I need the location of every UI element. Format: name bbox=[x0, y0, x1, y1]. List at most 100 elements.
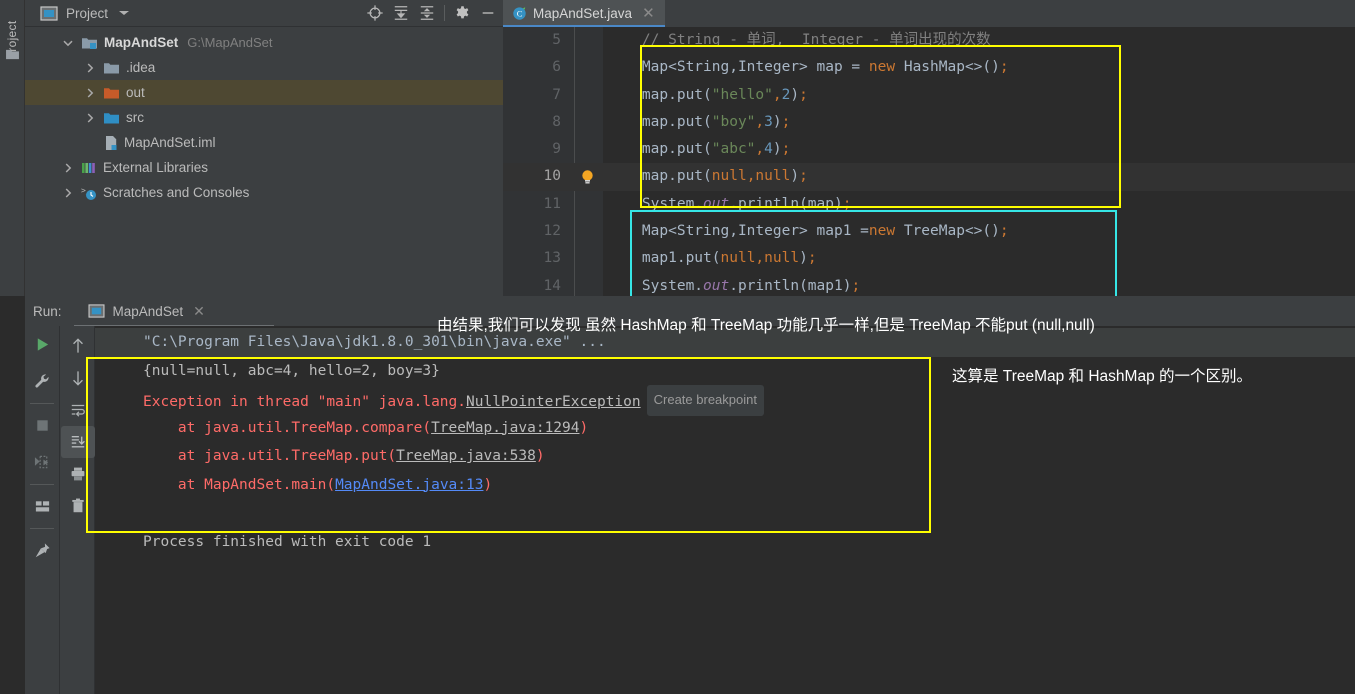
close-icon[interactable]: ✕ bbox=[642, 6, 655, 21]
code-editor[interactable]: 5 // String - 单词, Integer - 单词出现的次数 6 Map… bbox=[503, 27, 1355, 296]
code-token: ; bbox=[807, 250, 817, 267]
run-icon[interactable] bbox=[25, 326, 60, 363]
stacktrace-link[interactable]: TreeMap.java:1294 bbox=[431, 420, 579, 436]
code-token: Map<String,Integer> map = bbox=[607, 59, 869, 76]
line-number: 13 bbox=[543, 250, 561, 267]
chevron-right-icon[interactable] bbox=[83, 86, 96, 99]
collapse-all-icon[interactable] bbox=[414, 2, 440, 24]
chevron-right-icon[interactable] bbox=[61, 186, 74, 199]
tree-path: G:\MapAndSet bbox=[187, 35, 273, 50]
stop-icon[interactable] bbox=[25, 407, 60, 444]
chevron-down-icon[interactable] bbox=[118, 4, 130, 22]
create-breakpoint-hint[interactable]: Create breakpoint bbox=[646, 385, 764, 416]
libraries-icon bbox=[81, 161, 97, 175]
console-text: ) bbox=[535, 448, 545, 464]
project-panel-title: Project bbox=[66, 5, 109, 21]
line-number: 9 bbox=[552, 141, 561, 158]
code-line-13[interactable]: 13 map1.put(null,null); bbox=[503, 245, 1355, 272]
scroll-to-end-icon[interactable] bbox=[60, 426, 95, 458]
run-panel: Run: MapAndSet ✕ "C:\Program Files\Java\… bbox=[25, 296, 1355, 694]
editor-area: C MapAndSet.java ✕ 5 // String - 单词, Int… bbox=[503, 0, 1355, 296]
line-number: 11 bbox=[543, 195, 561, 212]
code-text: map.put("hello",2); bbox=[607, 82, 808, 109]
code-line-6[interactable]: 6 Map<String,Integer> map = new HashMap<… bbox=[503, 54, 1355, 81]
close-icon[interactable]: ✕ bbox=[193, 303, 205, 320]
code-token: null bbox=[720, 250, 756, 267]
console-text: {null=null, abc=4, hello=2, boy=3} bbox=[143, 362, 440, 379]
code-line-8[interactable]: 8 map.put("boy",3); bbox=[503, 109, 1355, 136]
console-text: ) bbox=[579, 419, 589, 436]
toolbar-divider bbox=[30, 403, 54, 404]
stacktrace-link[interactable]: NullPointerException bbox=[466, 394, 641, 410]
expand-all-icon[interactable] bbox=[388, 2, 414, 24]
stacktrace-link[interactable]: TreeMap.java:538 bbox=[396, 448, 536, 464]
wrench-icon[interactable] bbox=[25, 363, 60, 400]
code-token: ) bbox=[772, 141, 782, 158]
sidebar-tab-project[interactable]: Project bbox=[0, 2, 25, 78]
soft-wrap-icon[interactable] bbox=[61, 394, 95, 426]
stacktrace-link[interactable]: MapAndSet.java:13 bbox=[335, 477, 483, 493]
chevron-right-icon[interactable] bbox=[83, 111, 96, 124]
code-token: Map<String,Integer> map1 = bbox=[607, 223, 869, 240]
tree-row-out[interactable]: out bbox=[25, 80, 503, 105]
code-token: ) bbox=[790, 86, 800, 103]
gear-icon[interactable] bbox=[449, 2, 475, 24]
console-toolbar bbox=[60, 326, 95, 694]
console-line: Process finished with exit code 1 bbox=[95, 528, 1355, 557]
code-text: Map<String,Integer> map = new HashMap<>(… bbox=[607, 54, 1009, 81]
code-text: map.put("abc",4); bbox=[607, 136, 790, 163]
code-token: ; bbox=[781, 141, 791, 158]
tree-row-iml[interactable]: MapAndSet.iml bbox=[25, 130, 503, 155]
layout-icon[interactable] bbox=[25, 488, 60, 525]
print-icon[interactable] bbox=[61, 458, 95, 490]
code-token: new bbox=[868, 59, 896, 76]
resume-icon[interactable] bbox=[25, 444, 60, 481]
code-token: ; bbox=[799, 86, 808, 103]
tree-label: src bbox=[126, 110, 144, 125]
trash-icon[interactable] bbox=[61, 490, 95, 522]
code-token: , bbox=[755, 113, 765, 130]
tree-row-scratches[interactable]: >_ Scratches and Consoles bbox=[25, 180, 503, 205]
tree-label: Scratches and Consoles bbox=[103, 185, 250, 200]
arrow-up-icon[interactable] bbox=[61, 330, 95, 362]
code-token: , bbox=[755, 250, 765, 267]
pin-icon[interactable] bbox=[25, 532, 60, 569]
code-line-7[interactable]: 7 map.put("hello",2); bbox=[503, 82, 1355, 109]
code-token: map.put( bbox=[607, 141, 712, 158]
chevron-right-icon[interactable] bbox=[61, 161, 74, 174]
line-number: 12 bbox=[543, 223, 561, 240]
java-class-icon: C bbox=[512, 6, 527, 21]
code-line-11[interactable]: 11 System.out.println(map); bbox=[503, 191, 1355, 218]
console-text: Process finished with exit code 1 bbox=[143, 533, 432, 550]
minimize-icon[interactable] bbox=[475, 2, 501, 24]
tree-row-idea[interactable]: .idea bbox=[25, 55, 503, 80]
console-text: at MapAndSet.main( bbox=[143, 476, 336, 493]
code-line-9[interactable]: 9 map.put("abc",4); bbox=[503, 136, 1355, 163]
locate-icon[interactable] bbox=[362, 2, 388, 24]
code-token: ; bbox=[781, 113, 791, 130]
code-token: , bbox=[772, 86, 782, 103]
code-line-5[interactable]: 5 // String - 单词, Integer - 单词出现的次数 bbox=[503, 27, 1355, 54]
code-token: .println(map1) bbox=[729, 277, 852, 294]
arrow-down-icon[interactable] bbox=[61, 362, 95, 394]
chevron-down-icon[interactable] bbox=[61, 36, 74, 49]
code-line-10[interactable]: 10 map.put(null,null); bbox=[503, 163, 1355, 191]
toolbar-divider bbox=[30, 528, 54, 529]
chevron-right-icon[interactable] bbox=[83, 61, 96, 74]
run-tab-mapandset[interactable]: MapAndSet ✕ bbox=[73, 303, 274, 328]
annotation-right: 这算是 TreeMap 和 HashMap 的一个区别。 bbox=[952, 368, 1253, 385]
tree-row-external-libraries[interactable]: External Libraries bbox=[25, 155, 503, 180]
code-line-12[interactable]: 12 Map<String,Integer> map1 =new TreeMap… bbox=[503, 218, 1355, 245]
tree-row-mapandset[interactable]: MapAndSet G:\MapAndSet bbox=[25, 30, 503, 55]
console-text: at java.util.TreeMap.put( bbox=[143, 448, 397, 464]
lightbulb-icon[interactable] bbox=[579, 169, 596, 185]
folder-orange-icon bbox=[103, 86, 120, 100]
console-text: ) bbox=[483, 476, 493, 493]
code-token: "boy" bbox=[711, 113, 756, 130]
toolbar-divider bbox=[30, 484, 54, 485]
code-token: // String - 单词, Integer - 单词出现的次数 bbox=[607, 32, 991, 48]
code-token: ) bbox=[799, 250, 808, 267]
editor-tab-mapandset-java[interactable]: C MapAndSet.java ✕ bbox=[503, 0, 665, 27]
folder-icon[interactable] bbox=[5, 47, 20, 60]
tree-row-src[interactable]: src bbox=[25, 105, 503, 130]
